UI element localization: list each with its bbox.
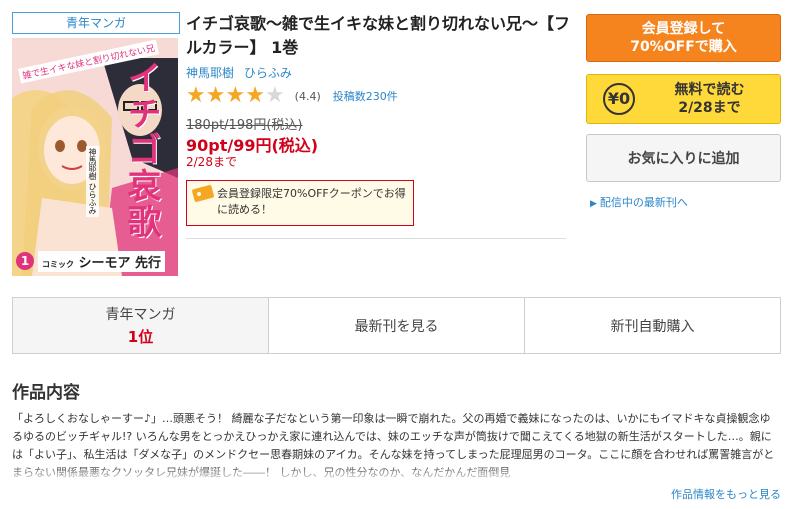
cover-volume-badge: 1 (16, 252, 34, 270)
description-fade (12, 464, 781, 482)
register-line-2: 70%OFFで購入 (630, 39, 737, 55)
divider (186, 238, 566, 239)
coupon-icon (191, 184, 215, 203)
read-free-button[interactable]: ¥0 無料で読む 2/28まで (586, 74, 781, 124)
ranking-cell[interactable]: 青年マンガ 1位 (13, 298, 269, 353)
star-filled-icon: ★ (186, 83, 206, 108)
star-empty-icon: ★ (264, 83, 285, 108)
free-line-1: 無料で読む (674, 82, 745, 98)
free-line-2: 2/28まで (678, 100, 741, 116)
star-filled-icon: ★ (205, 83, 226, 108)
author-link[interactable]: 神馬耶樹 (186, 66, 234, 80)
register-line-1: 会員登録して (641, 21, 726, 37)
coupon-banner[interactable]: 会員登録限定70%OFFクーポンでお得に読める！ (186, 180, 414, 226)
coupon-text: 会員登録限定70%OFFクーポンでお得に読める！ (217, 187, 406, 216)
star-rating: ★ ★ ★ ★ ★ (186, 85, 285, 107)
rating-row: ★ ★ ★ ★ ★ (4.4) 投稿数230件 (186, 85, 398, 107)
auto-purchase-button[interactable]: 新刊自動購入 (525, 298, 780, 353)
register-purchase-button[interactable]: 会員登録して 70%OFFで購入 (586, 14, 781, 62)
original-price: 180pt/198円(税込) (186, 118, 303, 133)
triangle-right-icon: ▶ (590, 199, 597, 209)
book-title: イチゴ哀歌～雑で生イキな妹と割り切れない兄～【フルカラー】 1巻 (186, 14, 571, 57)
book-cover-image[interactable]: 雑で生イキな妹と割り切れない兄 イチゴ哀歌 神馬耶樹 ひらふみ 1 コミック シ… (12, 38, 178, 276)
sale-deadline: 2/28まで (186, 155, 237, 169)
review-count-link[interactable]: 投稿数230件 (333, 88, 398, 104)
cover-title: イチゴ哀歌 (121, 60, 161, 240)
section-title: 作品内容 (12, 383, 80, 403)
star-filled-icon: ★ (245, 83, 265, 108)
ranking-value: 1位 (127, 328, 154, 346)
more-info-link[interactable]: 作品情報をもっと見る (671, 486, 781, 502)
latest-volume-label: 配信中の最新刊へ (599, 196, 688, 209)
stats-row: 青年マンガ 1位 最新刊を見る 新刊自動購入 (12, 297, 781, 354)
author-link[interactable]: ひらふみ (244, 66, 292, 80)
yen-zero-icon: ¥0 (603, 83, 635, 115)
rating-value: (4.4) (294, 89, 321, 103)
star-filled-icon: ★ (225, 83, 246, 108)
add-favorite-button[interactable]: お気に入りに追加 (586, 134, 781, 182)
ranking-category: 青年マンガ (105, 307, 176, 323)
cover-label-small: コミック (42, 260, 74, 269)
author-list: 神馬耶樹 ひらふみ (186, 64, 298, 81)
latest-volume-link[interactable]: ▶ 配信中の最新刊へ (590, 194, 688, 210)
cover-author: 神馬耶樹 ひらふみ (86, 146, 99, 217)
genre-tag[interactable]: 青年マンガ (12, 12, 180, 34)
cover-label-main: シーモア 先行 (78, 256, 162, 271)
cover-label: コミック シーモア 先行 (38, 251, 166, 272)
latest-volume-button[interactable]: 最新刊を見る (269, 298, 525, 353)
